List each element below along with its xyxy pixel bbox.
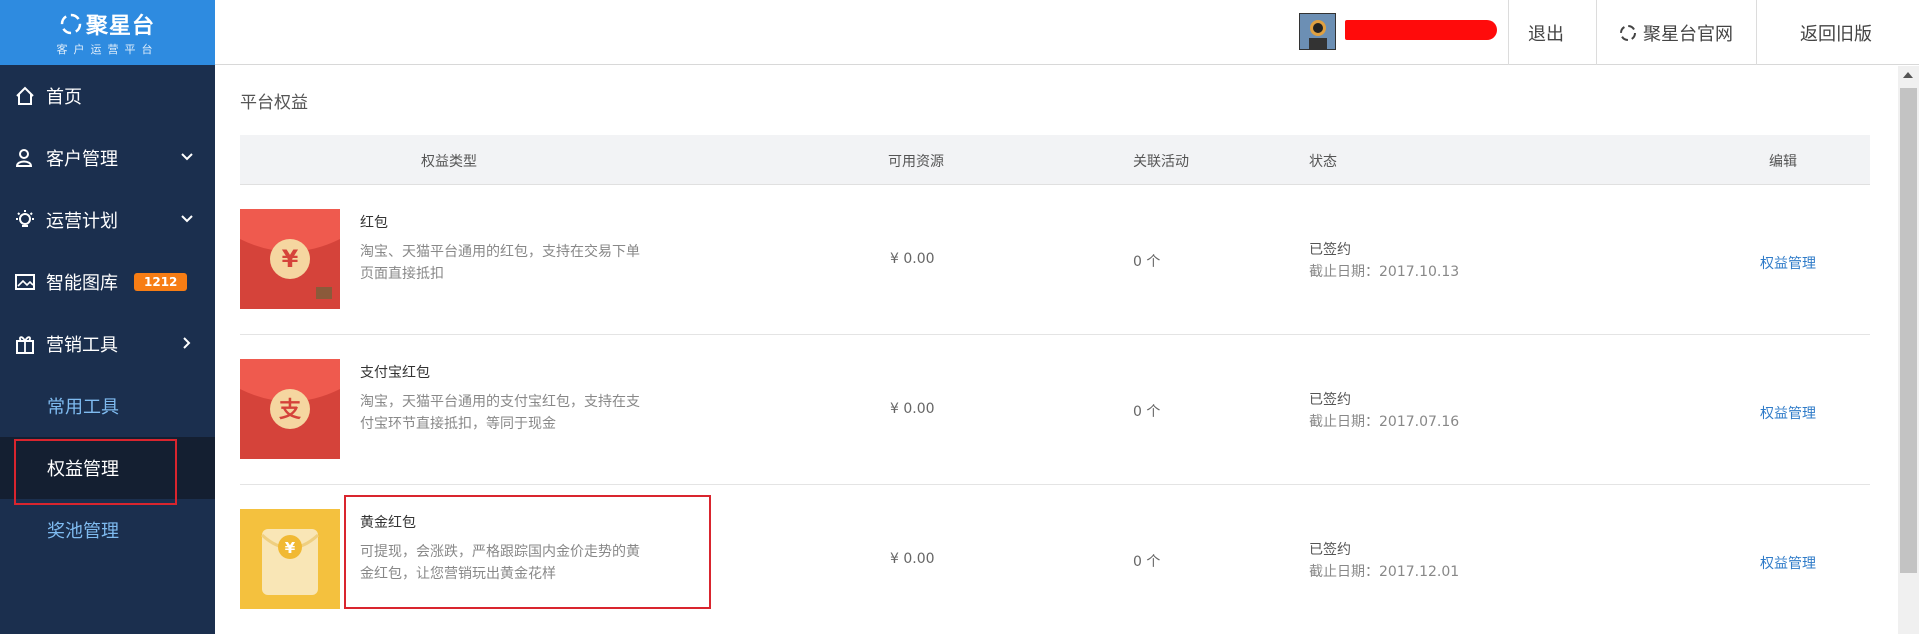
- related-activity-count: 0 个: [1133, 254, 1161, 270]
- gallery-count-badge: 1212: [134, 273, 188, 291]
- deadline-text: 截止日期：2017.07.16: [1309, 414, 1460, 430]
- sidebar-subitem-prize-pool[interactable]: 奖池管理: [0, 499, 215, 561]
- back-to-old-version-button[interactable]: 返回旧版: [1756, 0, 1916, 65]
- available-resource: ¥ 0.00: [890, 401, 935, 417]
- sidebar-item-label: 客户管理: [46, 149, 118, 170]
- official-site-label: 聚星台官网: [1643, 23, 1733, 45]
- table-row: 支 支付宝红包 淘宝，天猫平台通用的支付宝红包，支持在支付宝环节直接抵扣，等同于…: [240, 335, 1870, 485]
- alipay-red-packet-icon: 支: [240, 359, 340, 459]
- chevron-right-icon: [183, 337, 191, 349]
- sidebar-item-marketing-tools[interactable]: 营销工具: [0, 313, 215, 375]
- sidebar-item-label: 首页: [46, 87, 82, 108]
- available-resource: ¥ 0.00: [890, 551, 935, 567]
- main-content: 平台权益 权益类型 可用资源 关联活动 状态 编辑 ¥ 红包 淘宝、天猫平台通用…: [240, 66, 1870, 635]
- logo-icon: [60, 13, 82, 35]
- right-name: 支付宝红包: [360, 365, 430, 381]
- related-activity-count: 0 个: [1133, 554, 1161, 570]
- table-row: ¥ 黄金红包 可提现，会涨跌，严格跟踪国内金价走势的黄金红包，让您营销玩出黄金花…: [240, 485, 1870, 635]
- related-activity-count: 0 个: [1133, 404, 1161, 420]
- home-icon: [14, 85, 36, 107]
- redacted-username: [1345, 20, 1497, 40]
- column-header-type: 权益类型: [421, 154, 477, 170]
- logout-button[interactable]: 退出: [1508, 0, 1584, 65]
- thumb-glyph: 支: [279, 398, 302, 423]
- status-cell: 已签约 截止日期：2017.12.01: [1309, 539, 1459, 583]
- gift-icon: [14, 333, 36, 355]
- status-cell: 已签约 截止日期：2017.07.16: [1309, 389, 1459, 433]
- brand-name: 聚星台: [85, 14, 155, 39]
- bulb-icon: [14, 209, 36, 231]
- sidebar-item-operations[interactable]: 运营计划: [0, 189, 215, 251]
- table-row: ¥ 红包 淘宝、天猫平台通用的红包，支持在交易下单页面直接抵扣 ¥ 0.00 0…: [240, 185, 1870, 335]
- right-name: 红包: [360, 215, 388, 231]
- page-title: 平台权益: [240, 93, 308, 113]
- sidebar-item-gallery[interactable]: 智能图库 1212: [0, 251, 215, 313]
- right-description: 淘宝、天猫平台通用的红包，支持在交易下单页面直接抵扣: [360, 244, 640, 282]
- rights-management-link[interactable]: 权益管理: [1760, 253, 1816, 273]
- highlight-box: [344, 495, 711, 609]
- sidebar-subitem-rights-management[interactable]: 权益管理: [0, 437, 215, 505]
- sidebar: 聚星台 客户运营平台 首页 客户管理 运营计划 智能图库 1212 营销工具 常…: [0, 0, 215, 634]
- official-site-link[interactable]: 聚星台官网: [1596, 0, 1756, 65]
- scrollbar[interactable]: [1898, 66, 1919, 634]
- users-icon: [14, 147, 36, 169]
- column-header-activity: 关联活动: [1133, 154, 1189, 170]
- rights-management-link[interactable]: 权益管理: [1760, 403, 1816, 423]
- scroll-up-arrow-icon[interactable]: [1903, 72, 1913, 78]
- rights-management-link[interactable]: 权益管理: [1760, 553, 1816, 573]
- scrollbar-thumb[interactable]: [1900, 88, 1917, 573]
- brand-logo[interactable]: 聚星台 客户运营平台: [0, 0, 215, 65]
- right-description: 淘宝，天猫平台通用的支付宝红包，支持在支付宝环节直接抵扣，等同于现金: [360, 394, 640, 432]
- gold-packet-icon: ¥: [240, 509, 340, 609]
- sidebar-item-home[interactable]: 首页: [0, 65, 215, 127]
- available-resource: ¥ 0.00: [890, 251, 935, 267]
- thumb-glyph: ¥: [282, 245, 299, 273]
- column-header-status: 状态: [1309, 154, 1337, 170]
- chevron-down-icon: [181, 215, 193, 223]
- table-header: 权益类型 可用资源 关联活动 状态 编辑: [240, 135, 1870, 185]
- sidebar-item-label: 运营计划: [46, 211, 118, 232]
- chevron-down-icon: [181, 153, 193, 161]
- image-icon: [14, 271, 36, 293]
- sidebar-subitem-common-tools[interactable]: 常用工具: [0, 375, 215, 437]
- deadline-text: 截止日期：2017.10.13: [1309, 264, 1460, 280]
- brand-subtitle: 客户运营平台: [56, 43, 159, 56]
- status-text: 已签约: [1309, 242, 1351, 258]
- sidebar-item-label: 营销工具: [46, 335, 118, 356]
- sidebar-item-label: 智能图库: [46, 273, 118, 294]
- status-cell: 已签约 截止日期：2017.10.13: [1309, 239, 1459, 283]
- status-text: 已签约: [1309, 542, 1351, 558]
- status-text: 已签约: [1309, 392, 1351, 408]
- thumb-glyph: ¥: [285, 539, 296, 557]
- logo-icon: [1620, 24, 1636, 41]
- deadline-text: 截止日期：2017.12.01: [1309, 564, 1460, 580]
- column-header-edit: 编辑: [1769, 154, 1797, 170]
- top-bar: 退出 聚星台官网 返回旧版: [215, 0, 1919, 65]
- column-header-resource: 可用资源: [888, 154, 944, 170]
- red-packet-icon: ¥: [240, 209, 340, 309]
- sidebar-item-customers[interactable]: 客户管理: [0, 127, 215, 189]
- avatar[interactable]: [1299, 13, 1336, 50]
